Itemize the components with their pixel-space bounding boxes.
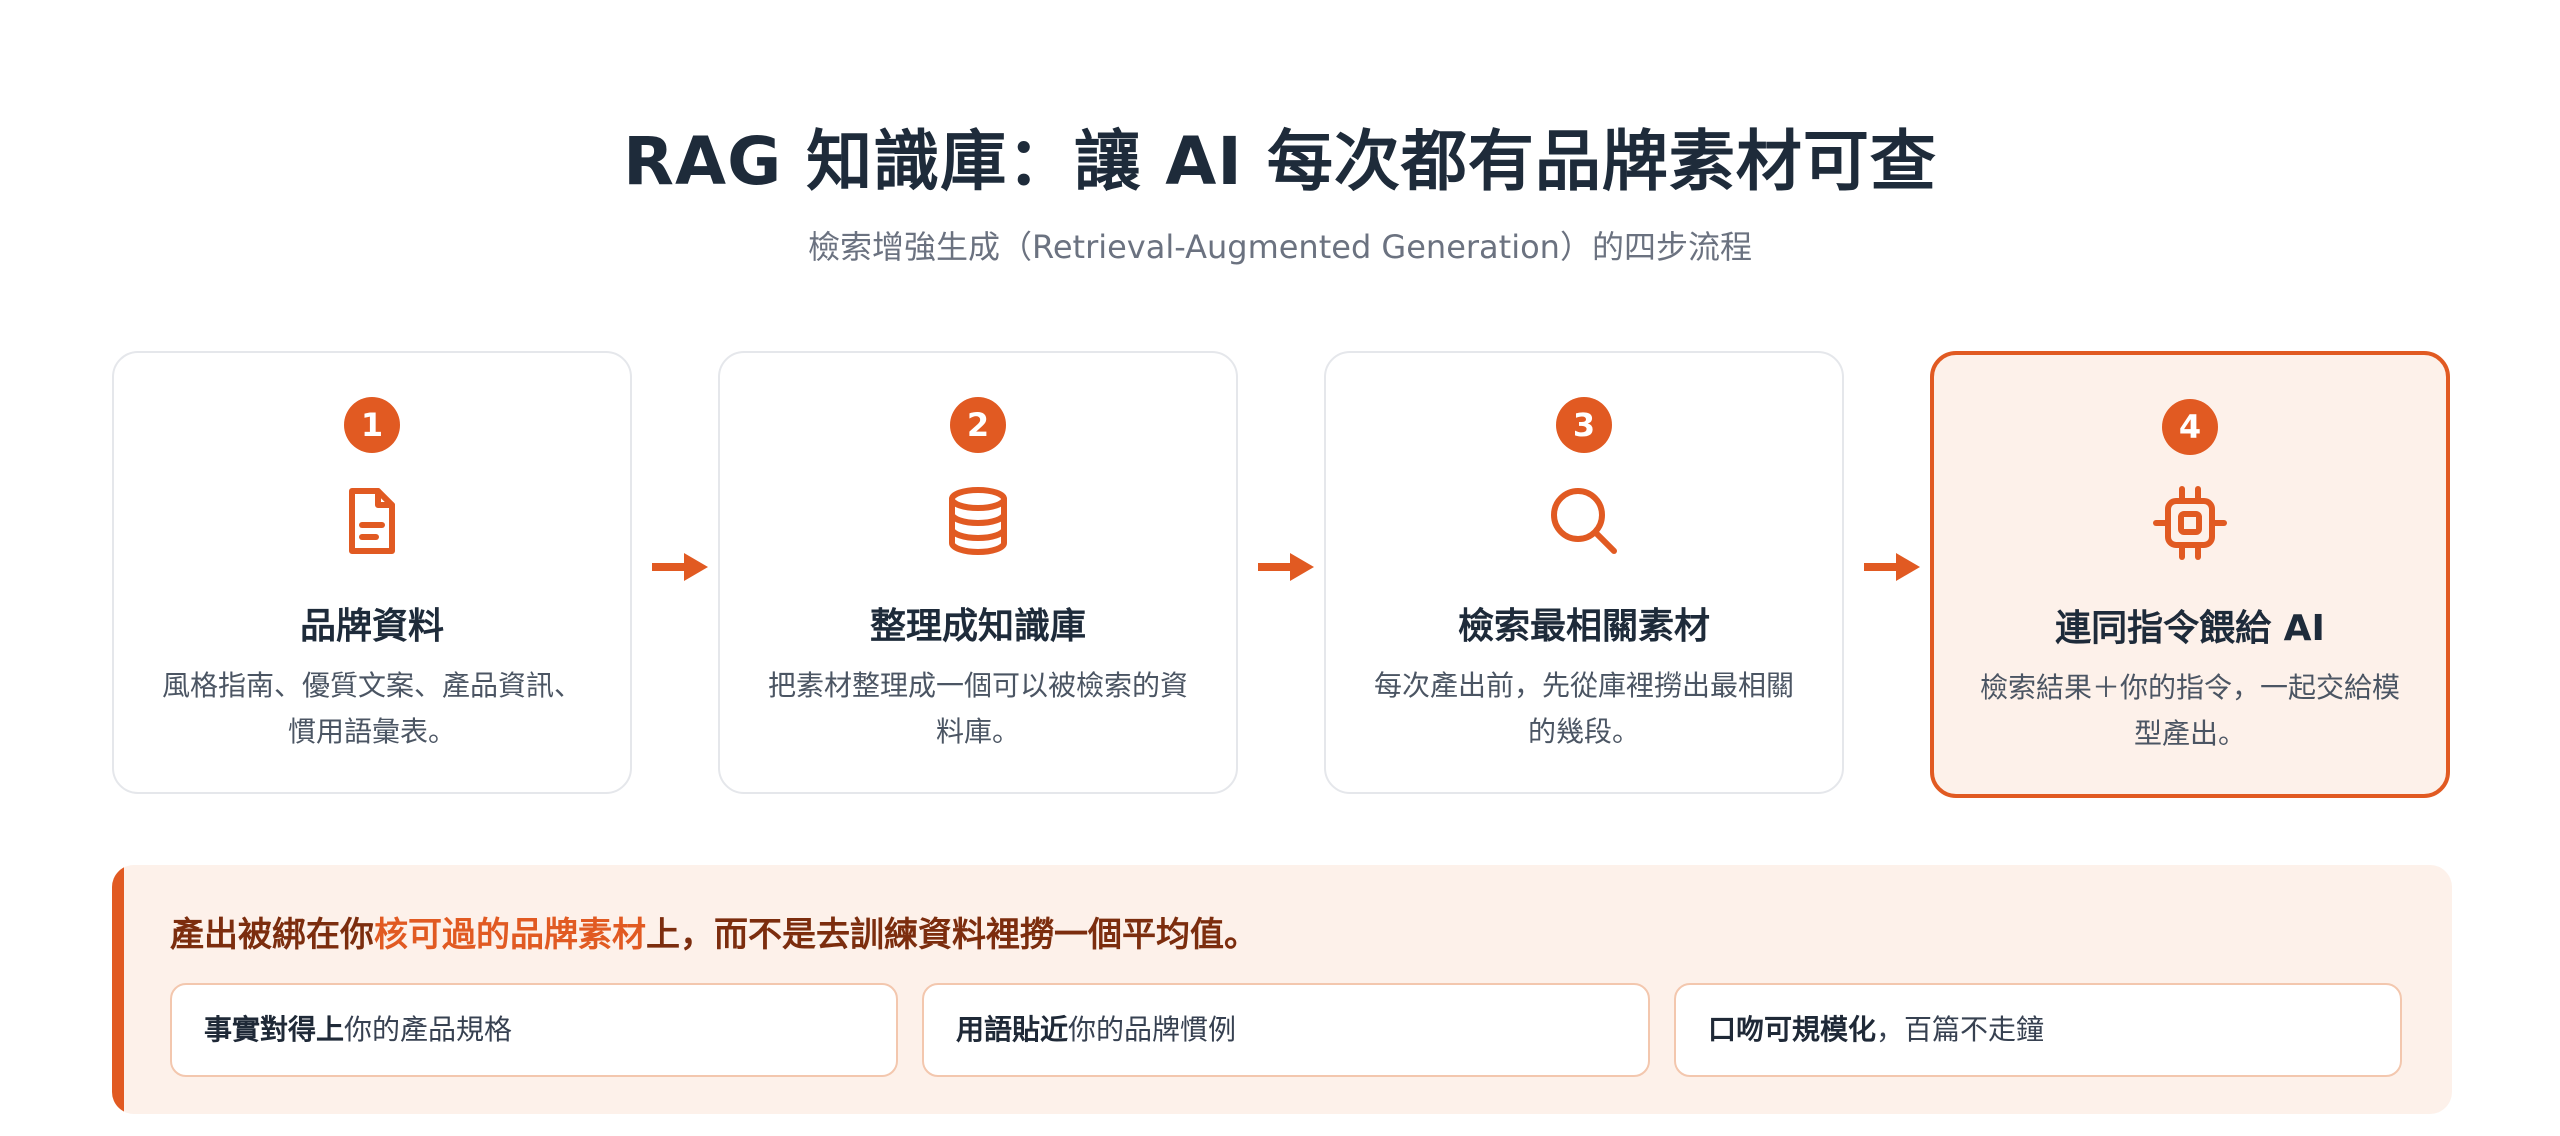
arrow-right-icon xyxy=(1256,549,1316,585)
benefit-chip-text: 你的品牌慣例 xyxy=(1068,1013,1237,1046)
step-number-badge: 3 xyxy=(1556,397,1612,453)
benefit-chip-bold: 口吻可規模化 xyxy=(1708,1013,1877,1046)
callout-text-after: 上，而不是去訓練資料裡撈一個平均值。 xyxy=(646,915,1258,955)
chip-icon xyxy=(2150,483,2230,563)
step-description: 把素材整理成一個可以被檢索的資 料庫。 xyxy=(764,663,1192,755)
benefit-chip-text: ，百篇不走鐘 xyxy=(1876,1013,2045,1046)
callout-highlight: 核可過的品牌素材 xyxy=(374,915,646,955)
search-icon xyxy=(1544,481,1624,561)
database-icon xyxy=(938,481,1018,561)
callout-text-before: 產出被綁在你 xyxy=(170,915,374,955)
benefit-chip: 用語貼近你的品牌慣例 xyxy=(922,983,1650,1077)
arrow-right-icon xyxy=(1862,549,1922,585)
callout-statement: 產出被綁在你核可過的品牌素材上，而不是去訓練資料裡撈一個平均值。 xyxy=(170,907,1258,956)
page: RAG 知識庫：讓 AI 每次都有品牌素材可查 檢索增強生成（Retrieval… xyxy=(0,0,2560,1136)
document-icon xyxy=(332,481,412,561)
step-title: 連同指令餵給 AI xyxy=(2055,608,2325,649)
benefit-chip-bold: 用語貼近 xyxy=(956,1013,1069,1046)
step-card-4: 4 連同指令餵給 AI 檢索結果＋你的指令，一起交給模 型產出。 xyxy=(1930,351,2450,798)
callout-accent-bar xyxy=(112,865,124,1114)
step-description-line: 的幾段。 xyxy=(1527,715,1640,748)
benefit-chip: 事實對得上你的產品規格 xyxy=(170,983,898,1077)
step-description-line: 料庫。 xyxy=(935,715,1020,748)
benefit-chip: 口吻可規模化，百篇不走鐘 xyxy=(1674,983,2402,1077)
step-description-line: 慣用語彙表。 xyxy=(287,715,456,748)
step-title: 品牌資料 xyxy=(299,606,444,647)
step-number-badge: 1 xyxy=(344,397,400,453)
steps-flow: 1 品牌資料 風格指南、優質文案、產品資訊、 慣用語彙表。 2 整理成知識庫 把… xyxy=(112,351,2452,798)
step-number-badge: 2 xyxy=(950,397,1006,453)
step-description-line: 每次產出前，先從庫裡撈出最相關 xyxy=(1373,669,1794,702)
benefit-chip-text: 你的產品規格 xyxy=(344,1013,513,1046)
step-description-line: 把素材整理成一個可以被檢索的資 xyxy=(767,669,1188,702)
step-card-1: 1 品牌資料 風格指南、優質文案、產品資訊、 慣用語彙表。 xyxy=(112,351,632,794)
step-description-line: 風格指南、優質文案、產品資訊、 xyxy=(161,669,582,702)
step-title: 檢索最相關素材 xyxy=(1457,606,1710,647)
page-subtitle: 檢索增強生成（Retrieval-Augmented Generation）的四… xyxy=(808,228,1752,266)
arrow-right-icon xyxy=(650,549,710,585)
page-title: RAG 知識庫：讓 AI 每次都有品牌素材可查 xyxy=(623,123,1937,200)
step-description-line: 檢索結果＋你的指令，一起交給模 xyxy=(1979,671,2400,704)
step-card-2: 2 整理成知識庫 把素材整理成一個可以被檢索的資 料庫。 xyxy=(718,351,1238,794)
step-description: 檢索結果＋你的指令，一起交給模 型產出。 xyxy=(1978,665,2402,757)
step-card-3: 3 檢索最相關素材 每次產出前，先從庫裡撈出最相關 的幾段。 xyxy=(1324,351,1844,794)
step-number-badge: 4 xyxy=(2162,399,2218,455)
summary-callout: 產出被綁在你核可過的品牌素材上，而不是去訓練資料裡撈一個平均值。 事實對得上你的… xyxy=(112,865,2452,1114)
benefit-chip-bold: 事實對得上 xyxy=(204,1013,345,1046)
step-description-line: 型產出。 xyxy=(2133,717,2246,750)
step-title: 整理成知識庫 xyxy=(869,606,1086,647)
step-description: 每次產出前，先從庫裡撈出最相關 的幾段。 xyxy=(1370,663,1798,755)
step-description: 風格指南、優質文案、產品資訊、 慣用語彙表。 xyxy=(158,663,586,755)
